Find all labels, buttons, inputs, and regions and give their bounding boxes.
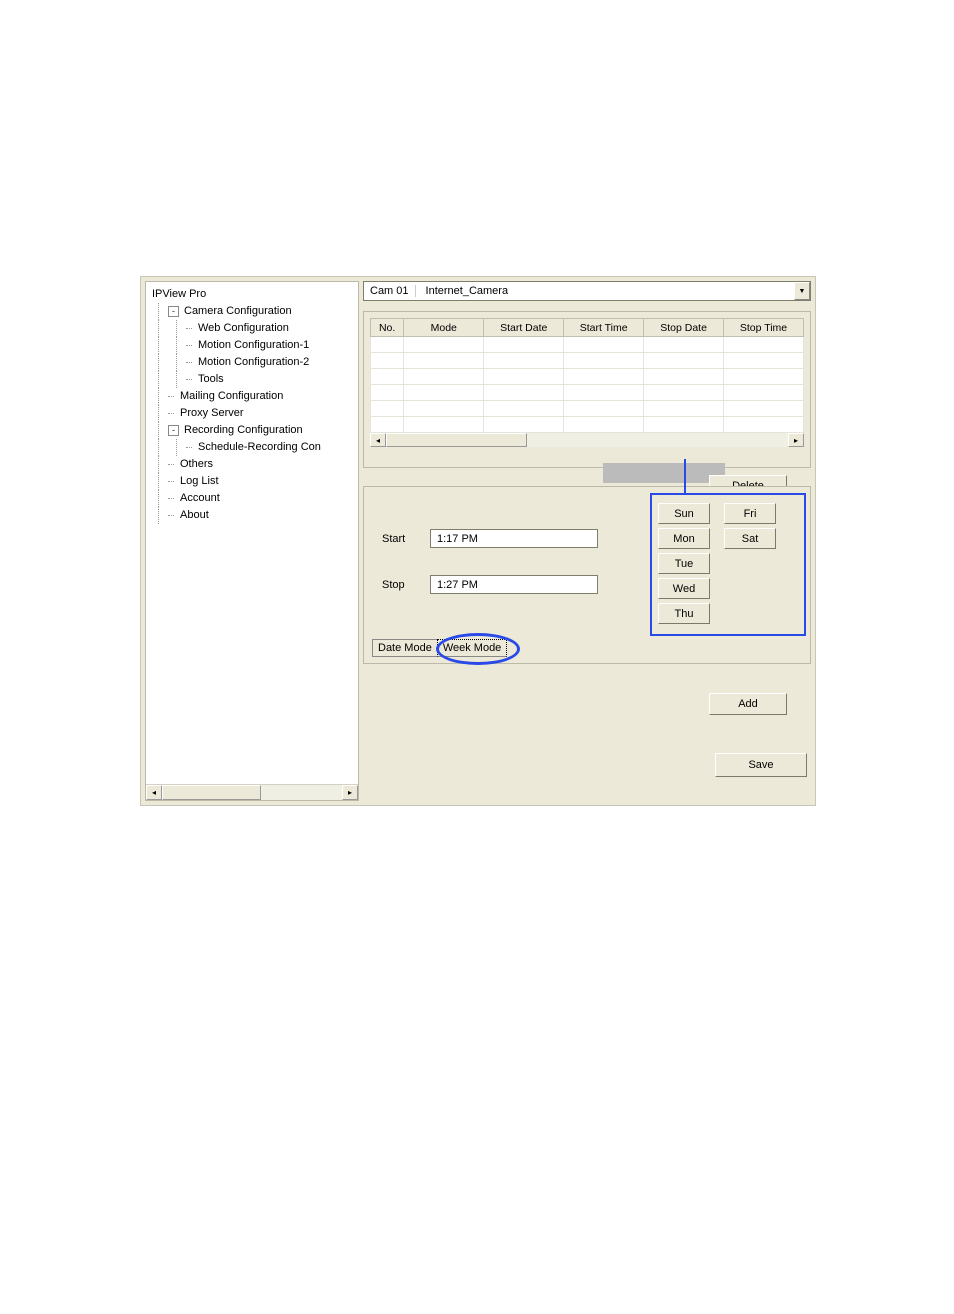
start-time-input[interactable]: [430, 529, 598, 548]
start-time-row: Start: [382, 529, 598, 548]
day-tue-button[interactable]: Tue: [658, 553, 710, 574]
scroll-track[interactable]: [386, 433, 788, 447]
day-wed-button[interactable]: Wed: [658, 578, 710, 599]
tree-item-proxy[interactable]: Proxy Server: [150, 405, 354, 422]
table-row[interactable]: [371, 417, 804, 433]
camera-id: Cam 01: [364, 285, 416, 297]
tree-item-motion1[interactable]: Motion Configuration-1: [150, 337, 354, 354]
col-stop-date[interactable]: Stop Date: [644, 319, 724, 337]
save-button[interactable]: Save: [715, 753, 807, 777]
stop-time-row: Stop: [382, 575, 598, 594]
tree-item-web-config[interactable]: Web Configuration: [150, 320, 354, 337]
grid-hscrollbar[interactable]: ◂ ▸: [370, 433, 804, 447]
table-row[interactable]: [371, 401, 804, 417]
day-fri-button[interactable]: Fri: [724, 503, 776, 524]
col-start-date[interactable]: Start Date: [484, 319, 564, 337]
config-tree[interactable]: IPView Pro - Camera Configuration Web Co…: [146, 282, 358, 528]
scroll-thumb[interactable]: [162, 785, 261, 800]
tree-item-others[interactable]: Others: [150, 456, 354, 473]
table-row[interactable]: [371, 353, 804, 369]
tree-item-schedule-recording[interactable]: Schedule-Recording Con: [150, 439, 354, 456]
col-no[interactable]: No.: [371, 319, 404, 337]
scroll-right-icon[interactable]: ▸: [342, 785, 358, 800]
day-mon-button[interactable]: Mon: [658, 528, 710, 549]
record-mode-tabs: Date Mode Week Mode: [372, 639, 506, 657]
start-label: Start: [382, 533, 430, 545]
table-row[interactable]: [371, 337, 804, 353]
tree-item-about[interactable]: About: [150, 507, 354, 524]
scroll-thumb[interactable]: [386, 433, 527, 447]
tree-item-account[interactable]: Account: [150, 490, 354, 507]
tree-item-loglist[interactable]: Log List: [150, 473, 354, 490]
tree-item-camera-config[interactable]: - Camera Configuration: [150, 303, 354, 320]
day-sun-button[interactable]: Sun: [658, 503, 710, 524]
col-mode[interactable]: Mode: [404, 319, 484, 337]
col-stop-time[interactable]: Stop Time: [724, 319, 804, 337]
tree-hscrollbar[interactable]: ◂ ▸: [146, 784, 358, 800]
scroll-track[interactable]: [162, 785, 342, 800]
overlay-strip: [603, 463, 725, 483]
schedule-grid-panel: No. Mode Start Date Start Time Stop Date…: [363, 311, 811, 468]
schedule-edit-panel: Start Stop Date Mode Week Mode Sun Mon T…: [363, 486, 811, 664]
stop-label: Stop: [382, 579, 430, 591]
tree-item-tools[interactable]: Tools: [150, 371, 354, 388]
collapse-icon[interactable]: -: [168, 306, 179, 317]
stop-time-input[interactable]: [430, 575, 598, 594]
tab-week-mode[interactable]: Week Mode: [437, 639, 508, 657]
callout-stem: [684, 459, 686, 493]
scroll-left-icon[interactable]: ◂: [146, 785, 162, 800]
tree-label: IPView Pro: [150, 286, 206, 303]
table-row[interactable]: [371, 385, 804, 401]
content-pane: Cam 01 Internet_Camera ▼ No. Mode Start …: [363, 277, 815, 805]
table-row[interactable]: [371, 369, 804, 385]
collapse-icon[interactable]: -: [168, 425, 179, 436]
scroll-right-icon[interactable]: ▸: [788, 433, 804, 447]
tree-item-recording-config[interactable]: - Recording Configuration: [150, 422, 354, 439]
day-sat-button[interactable]: Sat: [724, 528, 776, 549]
schedule-table[interactable]: No. Mode Start Date Start Time Stop Date…: [370, 318, 804, 433]
dropdown-icon[interactable]: ▼: [794, 282, 810, 300]
tree-pane: IPView Pro - Camera Configuration Web Co…: [145, 281, 359, 801]
day-thu-button[interactable]: Thu: [658, 603, 710, 624]
tab-date-mode[interactable]: Date Mode: [372, 639, 438, 657]
col-start-time[interactable]: Start Time: [564, 319, 644, 337]
scroll-left-icon[interactable]: ◂: [370, 433, 386, 447]
camera-name: Internet_Camera: [416, 285, 794, 297]
tree-root[interactable]: IPView Pro: [150, 286, 354, 303]
add-button[interactable]: Add: [709, 693, 787, 715]
tree-item-mailing[interactable]: Mailing Configuration: [150, 388, 354, 405]
camera-select[interactable]: Cam 01 Internet_Camera ▼: [363, 281, 811, 301]
settings-window: IPView Pro - Camera Configuration Web Co…: [140, 276, 816, 806]
weekday-panel: Sun Mon Tue Wed Thu Fri Sat: [650, 493, 806, 636]
tree-item-motion2[interactable]: Motion Configuration-2: [150, 354, 354, 371]
